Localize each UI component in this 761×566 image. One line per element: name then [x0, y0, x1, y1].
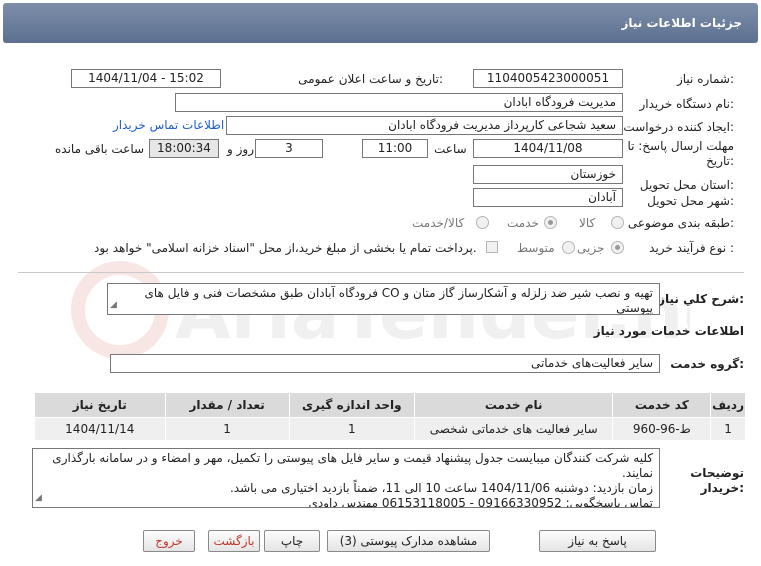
- process-option-minor: جزیی: [577, 241, 605, 255]
- deadline-label-date: تاریخ:: [706, 154, 734, 168]
- cell-service-code: ط-96-960: [612, 417, 712, 441]
- days-remaining-field: 3: [255, 139, 323, 158]
- cell-unit: 1: [288, 417, 415, 441]
- services-table: ردیف کد خدمت نام خدمت واحد اندازه گیری ت…: [34, 392, 746, 441]
- remaining-time-field: 18:00:34: [149, 139, 219, 158]
- exit-button[interactable]: خروج: [143, 530, 195, 552]
- col-quantity: تعداد / مقدار: [164, 392, 290, 418]
- city-label: شهر محل تحویل:: [647, 194, 734, 208]
- days-label: روز و: [227, 142, 254, 156]
- summary-textbox: تهیه و نصب شیر ضد زلزله و آشکارساز گاز م…: [107, 283, 660, 315]
- notes-resize-handle-icon[interactable]: ◢: [35, 491, 42, 506]
- page-title: جزئیات اطلاعات نیاز: [621, 16, 742, 30]
- treasury-payment-checkbox[interactable]: [486, 241, 498, 253]
- buyer-org-label: نام دستگاه خریدار:: [639, 97, 735, 111]
- city-field: آبادان: [473, 188, 623, 207]
- section-divider: [18, 272, 744, 273]
- view-attachments-button[interactable]: مشاهده مدارک پیوستی (3): [327, 530, 490, 552]
- deadline-date-field: 1404/11/08: [473, 139, 623, 158]
- back-button[interactable]: بازگشت: [208, 530, 260, 552]
- process-radio-medium[interactable]: [562, 241, 575, 254]
- reply-button[interactable]: پاسخ به نیاز: [539, 530, 656, 552]
- category-radio-goods[interactable]: [611, 216, 624, 229]
- page-header: جزئیات اطلاعات نیاز: [3, 3, 758, 43]
- need-number-field: 1104005423000051: [473, 69, 623, 88]
- deadline-time-field: 11:00: [362, 139, 428, 158]
- cell-quantity: 1: [164, 417, 290, 441]
- deadline-time-label: ساعت: [434, 142, 467, 156]
- print-button[interactable]: چاپ: [264, 530, 320, 552]
- service-group-field: سایر فعالیت‌های خدماتی: [110, 354, 660, 373]
- buyer-notes-label: توضیحات: [690, 466, 744, 480]
- category-radio-goods-service[interactable]: [476, 216, 489, 229]
- process-option-medium: متوسط: [517, 241, 555, 255]
- buyer-org-field: مدیریت فرودگاه ابادان: [175, 93, 623, 112]
- cell-service-name: سایر فعالیت های خدماتی شخصی: [413, 417, 614, 441]
- col-unit: واحد اندازه گیری: [288, 392, 415, 418]
- buyer-notes-label-2: خریدار:: [700, 481, 744, 495]
- service-group-label: گروه خدمت:: [670, 357, 744, 371]
- category-option-goods: کالا: [579, 216, 596, 230]
- announce-datetime-field: 1404/11/04 - 15:02: [71, 69, 221, 88]
- col-row-number: ردیف: [710, 392, 746, 418]
- requester-label: ایجاد کننده درخواست:: [623, 120, 734, 134]
- notes-line-2: زمان بازدید: دوشنبه 1404/11/06 ساعت 10 ا…: [229, 481, 653, 495]
- remaining-time-label: ساعت باقی مانده: [55, 142, 145, 156]
- summary-label: شرح كلي نياز:: [658, 292, 744, 306]
- province-label: استان محل تحویل:: [639, 178, 734, 192]
- cell-need-date: 1404/11/14: [34, 417, 166, 441]
- col-need-date: تاریخ نیاز: [34, 392, 166, 418]
- services-section-title: اطلاعات خدمات مورد نیاز: [593, 324, 744, 338]
- buyer-notes-textbox: کلیه شرکت کنندگان میبایست جدول پیشنهاد ق…: [32, 448, 660, 508]
- category-label: طبقه بندی موضوعی:: [627, 216, 734, 230]
- notes-line-1: کلیه شرکت کنندگان میبایست جدول پیشنهاد ق…: [52, 451, 653, 480]
- summary-text: تهیه و نصب شیر ضد زلزله و آشکارساز گاز م…: [144, 286, 654, 315]
- cell-row-number: 1: [710, 417, 746, 441]
- requester-field: سعید شجاعی کارپرداز مدیریت فرودگاه ابادا…: [226, 116, 623, 135]
- table-header-row: ردیف کد خدمت نام خدمت واحد اندازه گیری ت…: [34, 392, 746, 418]
- announce-datetime-label: تاریخ و ساعت اعلان عمومی:: [298, 72, 443, 86]
- resize-handle-icon[interactable]: ◢: [110, 298, 117, 313]
- category-option-goods-service: کالا/خدمت: [412, 216, 465, 230]
- category-radio-service[interactable]: [544, 216, 557, 229]
- process-radio-minor[interactable]: [611, 241, 624, 254]
- province-field: خوزستان: [473, 165, 623, 184]
- treasury-payment-note: پرداخت تمام یا بخشی از مبلغ خرید،از محل …: [94, 241, 477, 255]
- buyer-contact-link[interactable]: اطلاعات تماس خریدار: [113, 118, 224, 132]
- category-option-service: خدمت: [507, 216, 539, 230]
- col-service-code: کد خدمت: [612, 392, 712, 418]
- table-row: 1 ط-96-960 سایر فعالیت های خدماتی شخصی 1…: [34, 417, 746, 441]
- notes-line-3: تماس پاسخگویی: 09166330952 - 06153118005…: [308, 496, 653, 508]
- deadline-label: مهلت ارسال پاسخ: تا: [627, 139, 734, 153]
- process-type-label: نوع فرآیند خرید :: [649, 241, 734, 255]
- need-number-label: شماره نیاز:: [676, 72, 734, 86]
- col-service-name: نام خدمت: [413, 392, 614, 418]
